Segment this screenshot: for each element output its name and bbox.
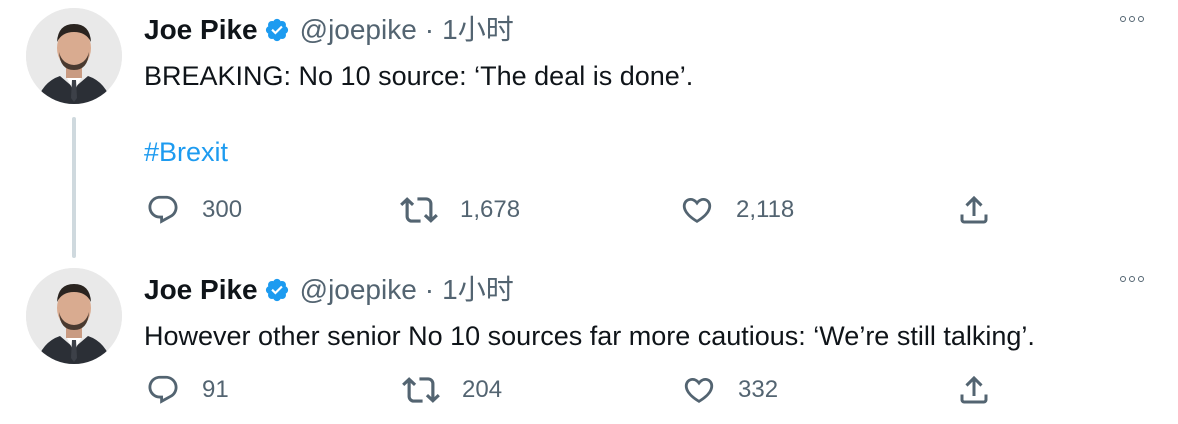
avatar-image — [26, 268, 122, 364]
avatar-image — [26, 8, 122, 104]
heart-icon — [684, 377, 714, 403]
verified-badge-icon — [264, 17, 290, 43]
reply-button[interactable]: 91 — [146, 370, 229, 410]
share-button[interactable] — [956, 190, 992, 230]
author-name[interactable]: Joe Pike — [144, 272, 258, 308]
more-icon[interactable] — [1120, 276, 1144, 282]
reply-icon — [148, 195, 178, 224]
tweet[interactable]: Joe Pike @joepike · 1小时 However other se… — [0, 260, 1178, 424]
timestamp[interactable]: 1小时 — [442, 12, 514, 48]
tweet-header: Joe Pike @joepike · 1小时 — [144, 272, 514, 308]
tweet[interactable]: Joe Pike @joepike · 1小时 BREAKING: No 10 … — [0, 0, 1178, 260]
retweet-button[interactable]: 204 — [402, 370, 502, 410]
avatar[interactable] — [26, 268, 122, 364]
like-button[interactable]: 2,118 — [680, 190, 794, 230]
tweet-text: BREAKING: No 10 source: ‘The deal is don… — [144, 61, 694, 91]
author-name[interactable]: Joe Pike — [144, 12, 258, 48]
retweet-icon — [402, 377, 440, 403]
separator-dot: · — [424, 274, 435, 305]
reply-icon — [148, 375, 178, 404]
retweet-count: 204 — [462, 376, 503, 403]
share-button[interactable] — [956, 370, 992, 410]
heart-icon — [682, 197, 712, 223]
hashtag-link[interactable]: #Brexit — [144, 134, 228, 170]
author-handle[interactable]: @joepike — [300, 272, 417, 308]
tweet-header: Joe Pike @joepike · 1小时 — [144, 12, 514, 48]
retweet-icon — [400, 197, 438, 223]
timestamp[interactable]: 1小时 — [442, 272, 514, 308]
tweet-text: However other senior No 10 sources far m… — [144, 321, 1035, 351]
reply-count: 91 — [202, 376, 229, 403]
reply-count: 300 — [202, 196, 243, 223]
reply-button[interactable]: 300 — [146, 190, 242, 230]
avatar[interactable] — [26, 8, 122, 104]
tweet-actions: 91 204 332 — [0, 370, 1178, 410]
like-button[interactable]: 332 — [682, 370, 778, 410]
more-icon[interactable] — [1120, 16, 1144, 22]
retweet-count: 1,678 — [460, 196, 521, 223]
thread-line — [72, 117, 76, 258]
tweet-actions: 300 1,678 2,118 — [0, 190, 1178, 230]
verified-badge-icon — [264, 277, 290, 303]
author-handle[interactable]: @joepike — [300, 12, 417, 48]
share-icon — [960, 375, 988, 404]
separator-dot: · — [424, 14, 435, 45]
like-count: 332 — [738, 376, 779, 403]
retweet-button[interactable]: 1,678 — [400, 190, 520, 230]
share-icon — [960, 195, 988, 224]
like-count: 2,118 — [736, 196, 795, 223]
